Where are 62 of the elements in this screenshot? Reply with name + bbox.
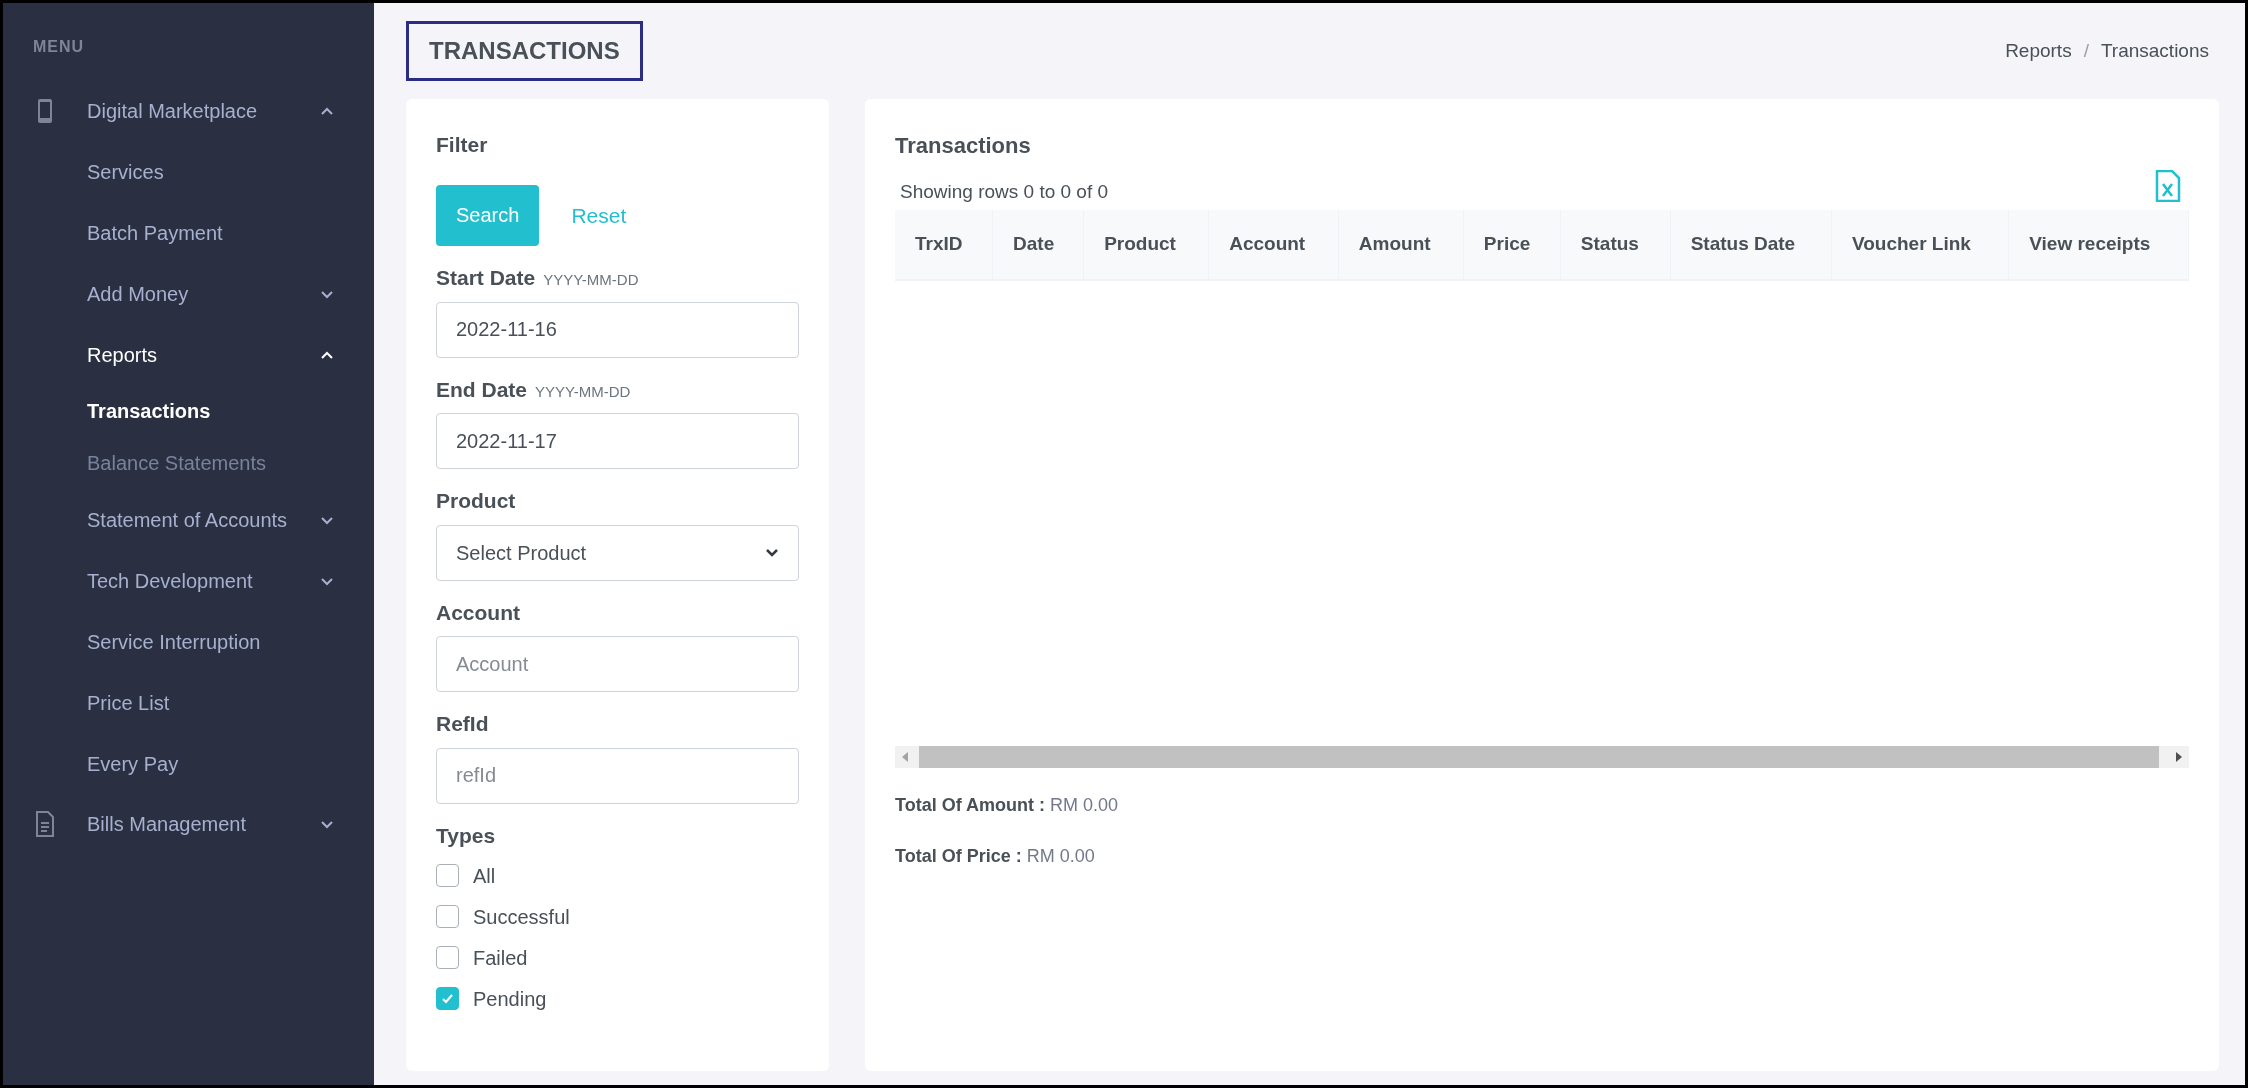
total-value: RM 0.00 xyxy=(1050,795,1118,815)
column-header[interactable]: TrxID xyxy=(895,210,993,280)
field-label: Product xyxy=(436,488,516,514)
sidebar-item[interactable]: Services xyxy=(3,141,374,202)
caret-icon xyxy=(765,547,779,558)
document-icon xyxy=(33,811,57,837)
table-title: Transactions xyxy=(895,132,1032,160)
field-label: RefId xyxy=(436,711,489,737)
sidebar-item[interactable]: Batch Payment xyxy=(3,202,374,263)
column-header[interactable]: Account xyxy=(1208,210,1339,280)
input-field[interactable]: refId xyxy=(436,747,799,804)
breadcrumb-separator: / xyxy=(2083,38,2089,63)
horizontal-scrollbar[interactable] xyxy=(895,746,2189,768)
field-label: Start Date xyxy=(436,265,536,291)
sidebar-item[interactable]: Service Interruption xyxy=(3,611,374,672)
sidebar-item[interactable]: Every Pay xyxy=(3,733,374,794)
checkbox-label[interactable]: All xyxy=(473,860,496,891)
scroll-right-icon[interactable] xyxy=(2175,752,2183,762)
column-header[interactable]: Voucher Link xyxy=(1831,210,2009,280)
field-hint: YYYY-MM-DD xyxy=(535,381,631,402)
sidebar-item[interactable]: Tech Development xyxy=(3,550,374,611)
sidebar-item[interactable]: Price List xyxy=(3,672,374,733)
field-label: End Date xyxy=(436,376,527,403)
column-header[interactable]: Product xyxy=(1083,210,1209,280)
types-label: Types xyxy=(436,822,497,849)
sidebar-item[interactable]: Transactions xyxy=(3,385,374,437)
checkbox-label[interactable]: Pending xyxy=(473,983,547,1014)
total-value: RM 0.00 xyxy=(1026,846,1095,866)
input-field[interactable]: Account xyxy=(436,636,799,692)
page-title: TRANSACTIONS xyxy=(406,21,643,81)
checkbox-label[interactable]: Successful xyxy=(473,901,570,932)
column-header[interactable]: View receipts xyxy=(2008,210,2189,280)
row-count-text: Showing rows 0 to 0 of 0 xyxy=(900,179,1109,204)
total-label: Total Of Amount : xyxy=(895,795,1045,815)
menu-heading: MENU xyxy=(33,37,85,57)
scroll-left-icon[interactable] xyxy=(901,752,909,762)
column-header[interactable]: Status Date xyxy=(1670,210,1832,280)
column-header[interactable]: Date xyxy=(992,210,1084,280)
checkbox[interactable] xyxy=(436,905,459,928)
sidebar-item[interactable]: Add Money xyxy=(3,263,374,324)
excel-export-icon[interactable] xyxy=(2155,170,2181,202)
column-header[interactable]: Price xyxy=(1463,210,1561,280)
input-field[interactable]: 2022-11-17 xyxy=(436,413,799,469)
filter-title: Filter xyxy=(436,132,489,158)
checkbox[interactable] xyxy=(436,987,459,1010)
input-field[interactable]: 2022-11-16 xyxy=(436,301,799,358)
breadcrumb-current: Transactions xyxy=(2100,38,2209,63)
column-header[interactable]: Amount xyxy=(1338,210,1464,280)
sidebar-item[interactable]: Digital Marketplace xyxy=(3,81,374,141)
breadcrumb-link[interactable]: Reports xyxy=(2005,36,2072,66)
total-label: Total Of Price : xyxy=(895,846,1022,866)
check-icon xyxy=(441,993,454,1004)
sidebar-item[interactable]: Reports xyxy=(3,324,374,385)
field-hint: YYYY-MM-DD xyxy=(543,270,639,290)
field-label: Account xyxy=(436,599,520,626)
column-header[interactable]: Status xyxy=(1560,210,1671,280)
checkbox-label[interactable]: Failed xyxy=(473,942,528,973)
product-select[interactable]: Select Product xyxy=(436,524,799,581)
checkbox[interactable] xyxy=(436,946,459,969)
checkbox[interactable] xyxy=(436,864,459,887)
sidebar-item[interactable]: Bills Management xyxy=(3,794,374,854)
sidebar-item[interactable]: Statement of Accounts xyxy=(3,489,374,550)
